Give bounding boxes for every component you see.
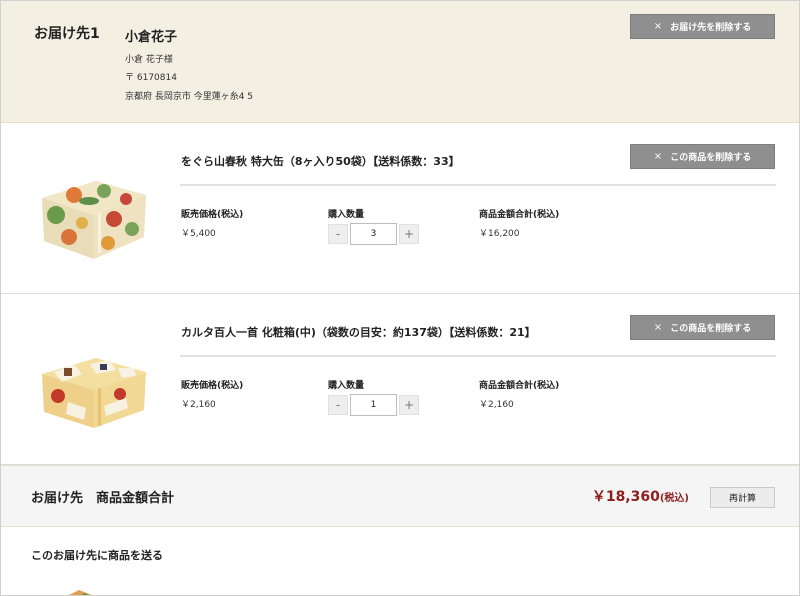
unit-price: ￥5,400 xyxy=(181,229,216,239)
delivery-address-section: お届け先1 小倉花子 小倉 花子様 〒 6170814 京都府 長岡京市 今里蓮… xyxy=(1,1,799,123)
cart-item: カルタ百人一首 化粧箱(中)（袋数の目安：約137袋）【送料係数：21】 × こ… xyxy=(1,294,799,465)
order-total-section: お届け先 商品金額合計 ￥18,360(税込) 再計算 xyxy=(1,465,799,527)
close-icon: × xyxy=(653,322,663,333)
send-heading: このお届け先に商品を送る xyxy=(31,549,163,562)
recipient-name: 小倉花子 xyxy=(125,30,178,45)
postal-code: 〒 6170814 xyxy=(125,73,177,83)
delete-address-button[interactable]: × お届け先を削除する xyxy=(630,14,775,39)
subtotal-label: 商品金額合計(税込) xyxy=(479,381,560,391)
total-amount-value: ￥18,360 xyxy=(591,489,660,505)
item-subtotal: ￥16,200 xyxy=(479,229,520,239)
unit-price: ￥2,160 xyxy=(181,400,216,410)
decrement-button[interactable]: - xyxy=(328,395,348,415)
decrement-button[interactable]: - xyxy=(328,224,348,244)
price-label: 販売価格(税込) xyxy=(181,381,244,391)
price-label: 販売価格(税込) xyxy=(181,210,244,220)
product-title: をぐら山春秋 特大缶（8ヶ入り50袋）【送料係数：33】 xyxy=(181,155,460,168)
delete-item-label: この商品を削除する xyxy=(670,324,752,334)
item-subtotal: ￥2,160 xyxy=(479,400,514,410)
cart-item: をぐら山春秋 特大缶（8ヶ入り50袋）【送料係数：33】 × この商品を削除する… xyxy=(1,123,799,294)
quantity-input[interactable] xyxy=(350,394,397,416)
quantity-label: 購入数量 xyxy=(328,381,365,391)
increment-button[interactable]: + xyxy=(399,395,419,415)
quantity-stepper: - + xyxy=(328,394,419,416)
product-thumbnail-partial xyxy=(69,590,92,595)
product-image-karuta-box xyxy=(42,358,146,428)
address-line: 京都府 長岡京市 今里蓮ヶ糸4 5 xyxy=(125,92,254,102)
total-amount: ￥18,360(税込) xyxy=(592,486,689,506)
tax-note: (税込) xyxy=(659,493,689,504)
total-label: お届け先 商品金額合計 xyxy=(31,491,175,506)
quantity-input[interactable] xyxy=(350,223,397,245)
subtotal-label: 商品金額合計(税込) xyxy=(479,210,560,220)
close-icon: × xyxy=(653,151,663,162)
delete-address-label: お届け先を削除する xyxy=(670,23,752,33)
delete-item-button[interactable]: × この商品を削除する xyxy=(630,315,775,340)
product-title: カルタ百人一首 化粧箱(中)（袋数の目安：約137袋）【送料係数：21】 xyxy=(181,326,536,339)
divider xyxy=(180,184,776,186)
quantity-label: 購入数量 xyxy=(328,210,365,220)
recalculate-button[interactable]: 再計算 xyxy=(710,487,775,508)
recipient-honorific: 小倉 花子様 xyxy=(125,55,173,65)
delete-item-button[interactable]: × この商品を削除する xyxy=(630,144,775,169)
cart-frame: お届け先1 小倉花子 小倉 花子様 〒 6170814 京都府 長岡京市 今里蓮… xyxy=(0,0,800,596)
quantity-stepper: - + xyxy=(328,223,419,245)
delivery-title: お届け先1 xyxy=(34,26,100,42)
product-image-ogura-tin xyxy=(42,181,146,259)
delete-item-label: この商品を削除する xyxy=(670,153,752,163)
close-icon: × xyxy=(653,21,663,32)
increment-button[interactable]: + xyxy=(399,224,419,244)
divider xyxy=(180,355,776,357)
